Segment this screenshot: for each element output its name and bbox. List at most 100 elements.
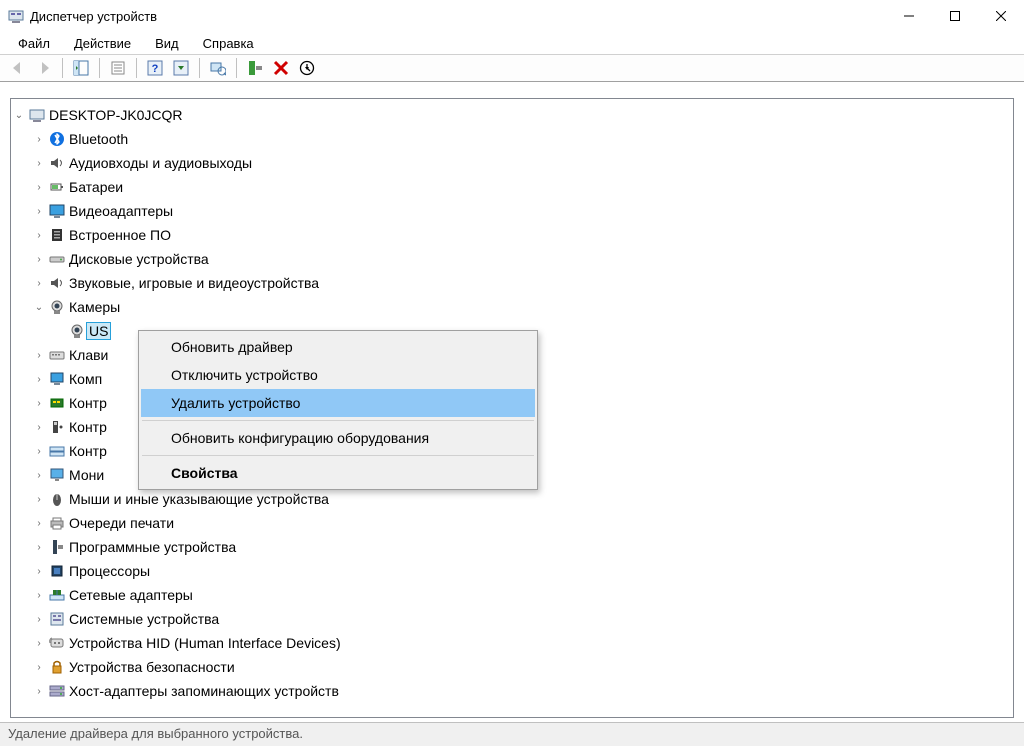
tree-item[interactable]: › Дисковые устройства (11, 247, 1013, 271)
uninstall-device-button[interactable] (269, 56, 293, 80)
menubar: Файл Действие Вид Справка (0, 32, 1024, 54)
hid-icon (49, 635, 65, 651)
tree-item-label: Звуковые, игровые и видеоустройства (69, 275, 319, 291)
security-icon (49, 659, 65, 675)
tree-item-label: Контр (69, 419, 107, 435)
menu-file[interactable]: Файл (6, 34, 62, 53)
chevron-icon[interactable]: › (31, 131, 47, 147)
context-menu-separator (142, 455, 534, 456)
host-storage-icon (49, 683, 65, 699)
context-menu-item[interactable]: Обновить драйвер (141, 333, 535, 361)
forward-button[interactable] (32, 56, 56, 80)
chevron-icon[interactable]: › (31, 275, 47, 291)
tree-item[interactable]: ›Программные устройства (11, 535, 1013, 559)
computer-icon (49, 371, 65, 387)
chevron-icon[interactable]: › (31, 467, 47, 483)
chevron-icon[interactable]: › (31, 179, 47, 195)
tree-item[interactable]: ›Процессоры (11, 559, 1013, 583)
chevron-icon[interactable]: › (31, 515, 47, 531)
chevron-down-icon[interactable]: ⌄ (11, 107, 27, 123)
chevron-icon[interactable]: › (31, 587, 47, 603)
context-menu-item[interactable]: Удалить устройство (141, 389, 535, 417)
tree-item[interactable]: › Звуковые, игровые и видеоустройства (11, 271, 1013, 295)
tree-item[interactable]: › Хост-адаптеры запоминающих устройств (11, 679, 1013, 703)
tree-item-label: Bluetooth (69, 131, 128, 147)
tree-item-label: Мыши и иные указывающие устройства (69, 491, 329, 507)
tree-item-label: Контр (69, 395, 107, 411)
context-menu-item[interactable]: Отключить устройство (141, 361, 535, 389)
network-icon (49, 587, 65, 603)
tree-item-label: Аудиовходы и аудиовыходы (69, 155, 252, 171)
tree-item-label: Встроенное ПО (69, 227, 171, 243)
cpu-icon (49, 563, 65, 579)
scan-hardware-button[interactable] (206, 56, 230, 80)
toolbar: ? (0, 54, 1024, 82)
maximize-button[interactable] (932, 0, 978, 32)
help-button[interactable]: ? (143, 56, 167, 80)
chevron-icon[interactable]: › (31, 659, 47, 675)
tree-item[interactable]: › Видеоадаптеры (11, 199, 1013, 223)
tree-item[interactable]: › Встроенное ПО (11, 223, 1013, 247)
firmware-icon (49, 227, 65, 243)
tree-item[interactable]: ›Сетевые адаптеры (11, 583, 1013, 607)
chevron-icon[interactable]: › (31, 635, 47, 651)
audio-icon (49, 275, 65, 291)
menu-action[interactable]: Действие (62, 34, 143, 53)
chevron-icon[interactable]: › (31, 251, 47, 267)
toolbar-sep (136, 58, 137, 78)
tree-root-label: DESKTOP-JK0JCQR (49, 107, 183, 123)
chevron-icon[interactable]: › (31, 419, 47, 435)
tree-item[interactable]: ›Очереди печати (11, 511, 1013, 535)
toolbar-sep (62, 58, 63, 78)
chevron-icon[interactable]: › (31, 203, 47, 219)
chevron-icon[interactable]: ⌄ (31, 299, 47, 315)
tree-item-label: Видеоадаптеры (69, 203, 173, 219)
tree-item[interactable]: › Аудиовходы и аудиовыходы (11, 151, 1013, 175)
tree-item-label: Дисковые устройства (69, 251, 209, 267)
chevron-icon[interactable]: › (31, 683, 47, 699)
tree-item[interactable]: ›Устройства безопасности (11, 655, 1013, 679)
chevron-icon[interactable]: › (31, 443, 47, 459)
status-text: Удаление драйвера для выбранного устройс… (8, 726, 303, 741)
menu-view[interactable]: Вид (143, 34, 191, 53)
titlebar: Диспетчер устройств (0, 0, 1024, 32)
chevron-icon[interactable]: › (31, 611, 47, 627)
display-icon (49, 203, 65, 219)
tree-item[interactable]: › Мыши и иные указывающие устройства (11, 487, 1013, 511)
chevron-icon[interactable]: › (31, 227, 47, 243)
minimize-button[interactable] (886, 0, 932, 32)
back-button[interactable] (6, 56, 30, 80)
storage-icon (49, 443, 65, 459)
chevron-icon[interactable]: › (31, 539, 47, 555)
tree-item[interactable]: ⌄ Камеры (11, 295, 1013, 319)
context-menu-item[interactable]: Свойства (141, 459, 535, 487)
chevron-icon[interactable]: › (31, 563, 47, 579)
software-icon (49, 539, 65, 555)
disable-device-button[interactable] (295, 56, 319, 80)
tree-item[interactable]: ›Системные устройства (11, 607, 1013, 631)
properties-button[interactable] (106, 56, 130, 80)
update-driver-button[interactable] (243, 56, 267, 80)
computer-icon (29, 107, 45, 123)
action-button[interactable] (169, 56, 193, 80)
tree-item[interactable]: › Батареи (11, 175, 1013, 199)
chevron-icon[interactable]: › (31, 155, 47, 171)
tree-item-label: Батареи (69, 179, 123, 195)
chevron-icon[interactable]: › (31, 371, 47, 387)
bt-icon (49, 131, 65, 147)
close-button[interactable] (978, 0, 1024, 32)
tree-item-label: Хост-адаптеры запоминающих устройств (69, 683, 339, 699)
menu-help[interactable]: Справка (191, 34, 266, 53)
tree-item-label: Камеры (69, 299, 120, 315)
chevron-icon[interactable]: › (31, 395, 47, 411)
tree-item[interactable]: › Bluetooth (11, 127, 1013, 151)
controller-pci-icon (49, 395, 65, 411)
chevron-icon[interactable]: › (31, 491, 47, 507)
usb-icon (49, 419, 65, 435)
tree-item-label: Контр (69, 443, 107, 459)
tree-item[interactable]: ›Устройства HID (Human Interface Devices… (11, 631, 1013, 655)
tree-root[interactable]: ⌄ DESKTOP-JK0JCQR (11, 103, 1013, 127)
chevron-icon[interactable]: › (31, 347, 47, 363)
show-hide-tree-button[interactable] (69, 56, 93, 80)
context-menu-item[interactable]: Обновить конфигурацию оборудования (141, 424, 535, 452)
